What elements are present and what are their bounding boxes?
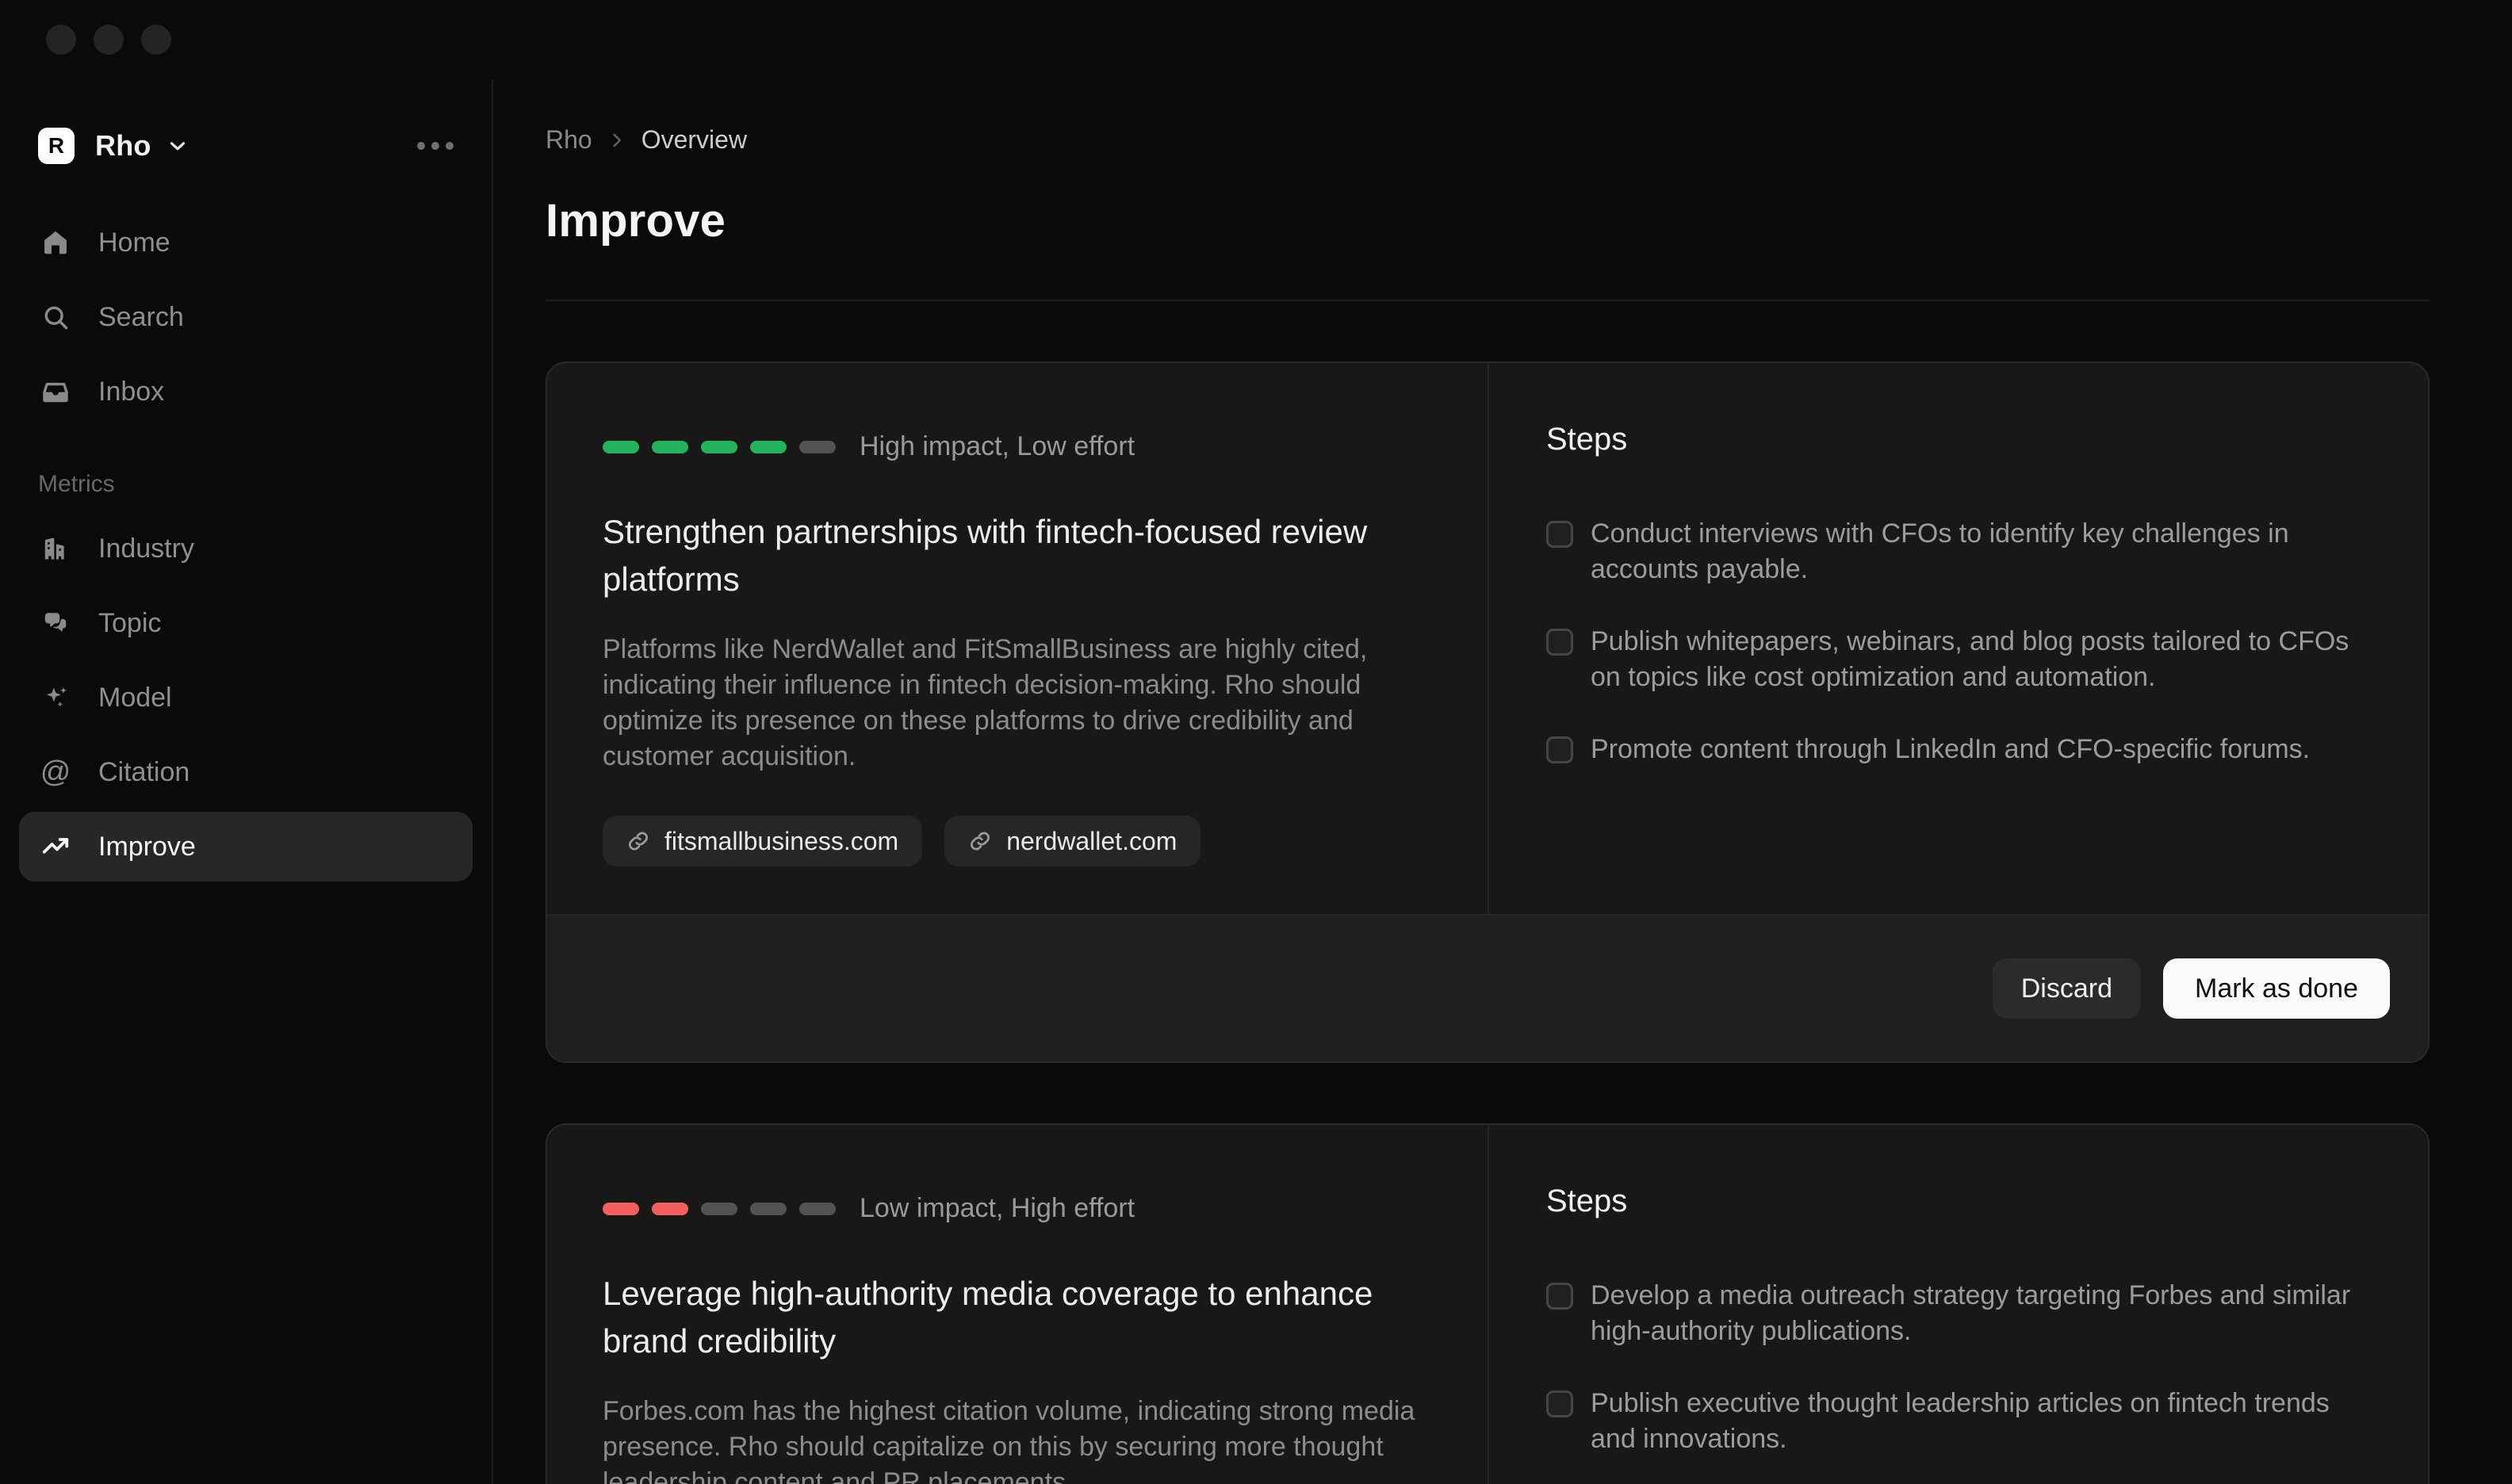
impact-label: High impact, Low effort xyxy=(860,431,1135,462)
source-links: fitsmallbusiness.com nerdwallet.com xyxy=(603,816,1467,866)
impact-label: Low impact, High effort xyxy=(860,1193,1135,1224)
sidebar-nav: Home Search Inbox xyxy=(19,208,473,426)
step-item: Publish executive thought leadership art… xyxy=(1546,1386,2377,1457)
step-label: Publish whitepapers, webinars, and blog … xyxy=(1591,624,2377,695)
sparkles-icon xyxy=(41,683,70,712)
source-link-label: fitsmallbusiness.com xyxy=(664,827,898,856)
title-divider xyxy=(546,300,2430,301)
impact-meter xyxy=(603,1203,836,1215)
step-checkbox[interactable] xyxy=(1546,1283,1573,1310)
sidebar-metrics-nav: Industry Topic Model @ Citation xyxy=(19,514,473,882)
mark-as-done-button[interactable]: Mark as done xyxy=(2163,958,2390,1019)
steps-list: Develop a media outreach strategy target… xyxy=(1546,1278,2377,1457)
sidebar-item-inbox[interactable]: Inbox xyxy=(19,357,473,426)
sidebar-item-label: Inbox xyxy=(98,377,164,407)
improvement-card-1: High impact, Low effort Strengthen partn… xyxy=(546,361,2430,1063)
card-description: Forbes.com has the highest citation volu… xyxy=(603,1394,1443,1484)
chevron-down-icon xyxy=(166,134,190,158)
improvement-card-2: Low impact, High effort Leverage high-au… xyxy=(546,1123,2430,1484)
sidebar-item-industry[interactable]: Industry xyxy=(19,514,473,583)
workspace-switcher[interactable]: R Rho xyxy=(19,124,473,168)
step-checkbox[interactable] xyxy=(1546,521,1573,548)
sidebar-item-model[interactable]: Model xyxy=(19,663,473,732)
page-title: Improve xyxy=(546,194,2430,247)
sidebar-more-icon[interactable] xyxy=(417,142,454,150)
sidebar-item-label: Topic xyxy=(98,608,161,639)
steps-title: Steps xyxy=(1546,422,2377,457)
workspace-logo: R xyxy=(38,128,75,164)
card-actions: Discard Mark as done xyxy=(547,914,2428,1061)
step-label: Develop a media outreach strategy target… xyxy=(1591,1278,2377,1349)
impact-indicator: Low impact, High effort xyxy=(603,1193,1467,1224)
window-minimize-button[interactable] xyxy=(94,25,124,55)
step-item: Develop a media outreach strategy target… xyxy=(1546,1278,2377,1349)
card-description: Platforms like NerdWallet and FitSmallBu… xyxy=(603,632,1443,775)
workspace-initial: R xyxy=(48,133,64,159)
step-checkbox[interactable] xyxy=(1546,1390,1573,1417)
window-close-button[interactable] xyxy=(46,25,76,55)
link-icon xyxy=(626,829,650,853)
sidebar-item-citation[interactable]: @ Citation xyxy=(19,737,473,807)
step-checkbox[interactable] xyxy=(1546,629,1573,656)
buildings-icon xyxy=(41,534,70,563)
sidebar-item-topic[interactable]: Topic xyxy=(19,588,473,658)
sidebar-item-label: Search xyxy=(98,302,184,333)
app-window: R Rho Home Search xyxy=(0,0,2512,1484)
sidebar: R Rho Home Search xyxy=(0,79,493,1484)
sidebar-item-label: Model xyxy=(98,683,172,713)
card-title: Strengthen partnerships with fintech-foc… xyxy=(603,508,1403,603)
link-icon xyxy=(968,829,992,853)
at-sign-icon: @ xyxy=(41,758,70,786)
impact-meter xyxy=(603,441,836,453)
source-link-chip[interactable]: fitsmallbusiness.com xyxy=(603,816,922,866)
sidebar-section-label: Metrics xyxy=(19,471,473,498)
home-icon xyxy=(41,228,70,257)
window-maximize-button[interactable] xyxy=(141,25,171,55)
step-item: Conduct interviews with CFOs to identify… xyxy=(1546,516,2377,587)
step-item: Promote content through LinkedIn and CFO… xyxy=(1546,732,2377,767)
sidebar-item-improve[interactable]: Improve xyxy=(19,812,473,882)
inbox-icon xyxy=(41,377,70,406)
sidebar-item-home[interactable]: Home xyxy=(19,208,473,277)
step-checkbox[interactable] xyxy=(1546,736,1573,763)
breadcrumb: Rho Overview xyxy=(546,125,2430,155)
breadcrumb-current[interactable]: Overview xyxy=(641,125,747,155)
sidebar-item-label: Citation xyxy=(98,757,190,788)
breadcrumb-root[interactable]: Rho xyxy=(546,125,592,155)
main-content: Rho Overview Improve High impact, Low ef… xyxy=(495,0,2512,1484)
source-link-chip[interactable]: nerdwallet.com xyxy=(944,816,1200,866)
discard-button[interactable]: Discard xyxy=(1993,958,2141,1019)
sidebar-item-label: Improve xyxy=(98,832,196,862)
card-title: Leverage high-authority media coverage t… xyxy=(603,1270,1403,1365)
chevron-right-icon xyxy=(607,130,627,151)
step-item: Publish whitepapers, webinars, and blog … xyxy=(1546,624,2377,695)
impact-indicator: High impact, Low effort xyxy=(603,431,1467,462)
step-label: Promote content through LinkedIn and CFO… xyxy=(1591,732,2310,767)
trending-up-icon xyxy=(41,832,70,861)
chat-bubbles-icon xyxy=(41,609,70,637)
sidebar-item-search[interactable]: Search xyxy=(19,282,473,352)
steps-list: Conduct interviews with CFOs to identify… xyxy=(1546,516,2377,767)
source-link-label: nerdwallet.com xyxy=(1006,827,1177,856)
workspace-name: Rho xyxy=(95,129,151,163)
step-label: Conduct interviews with CFOs to identify… xyxy=(1591,516,2377,587)
search-icon xyxy=(41,303,70,331)
sidebar-item-label: Home xyxy=(98,228,170,258)
sidebar-item-label: Industry xyxy=(98,534,194,564)
steps-title: Steps xyxy=(1546,1184,2377,1219)
step-label: Publish executive thought leadership art… xyxy=(1591,1386,2377,1457)
